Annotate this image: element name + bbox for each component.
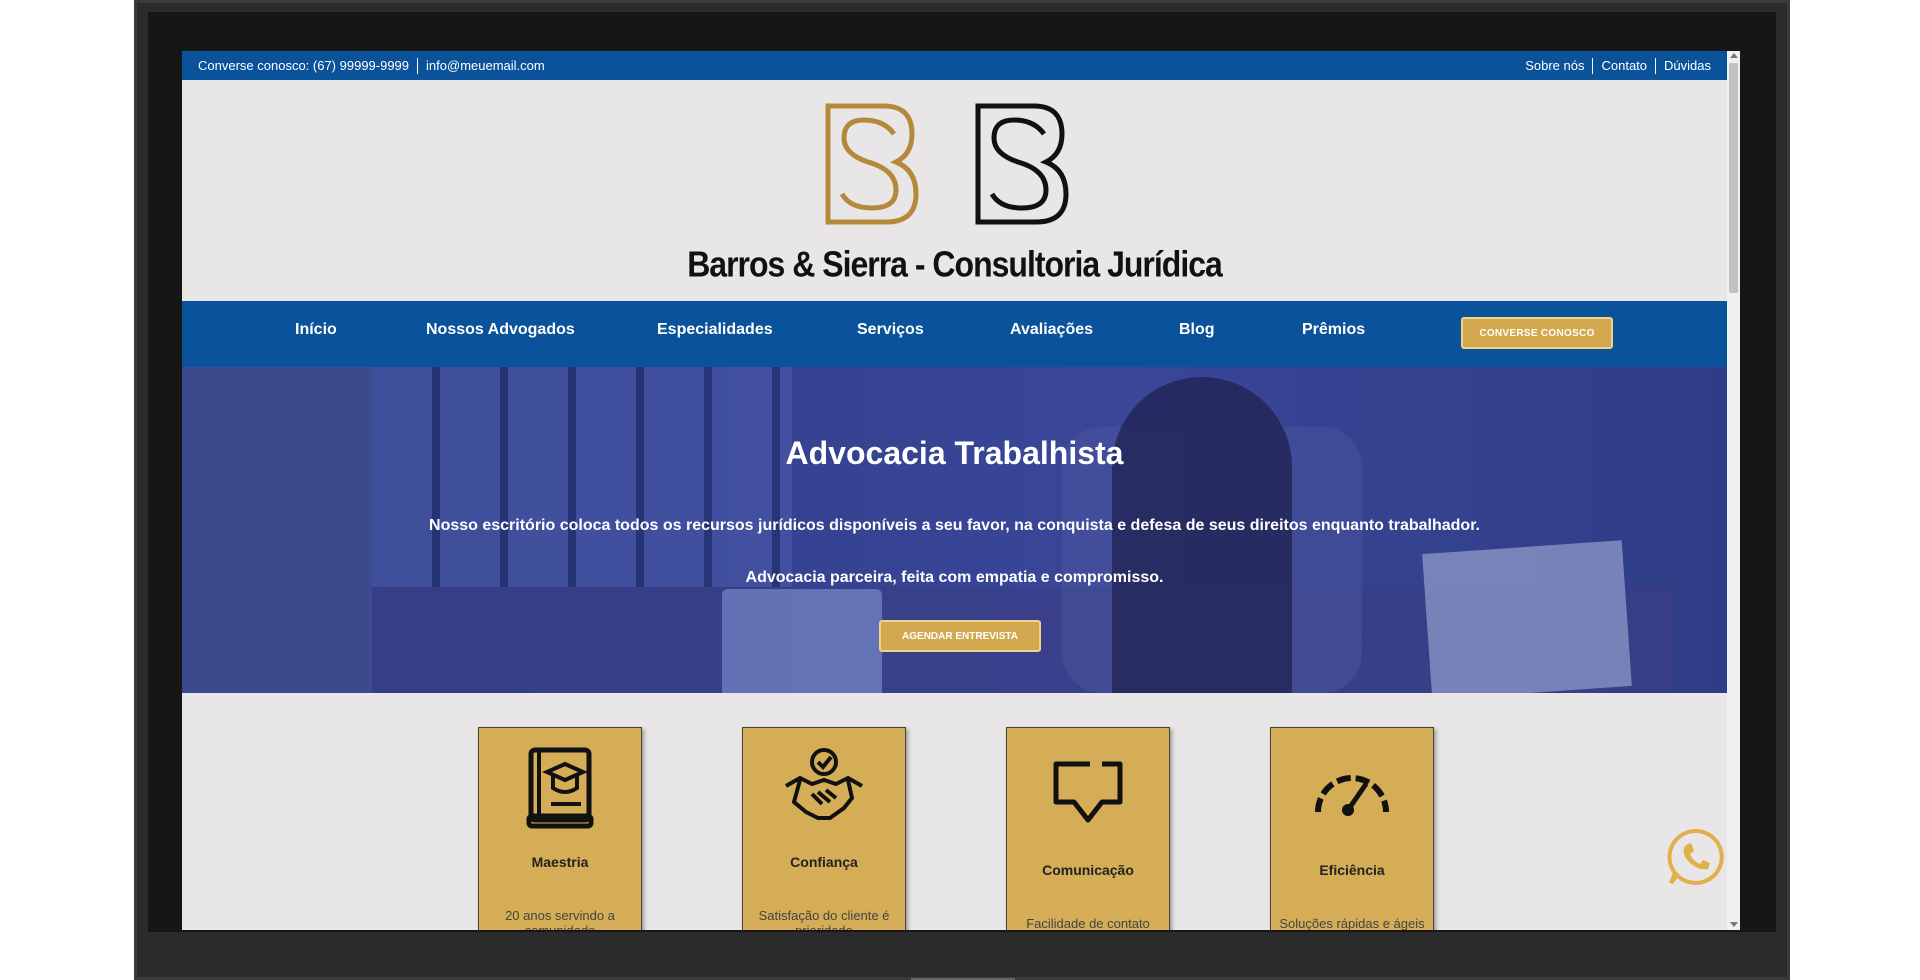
link-sobre-nos[interactable]: Sobre nós <box>1525 58 1584 73</box>
feature-card-maestria[interactable]: Maestria 20 anos servindo a comunidade <box>478 727 642 930</box>
divider <box>417 57 419 74</box>
feature-title: Comunicação <box>1042 862 1134 878</box>
feature-text: Soluções rápidas e ágeis <box>1279 916 1425 930</box>
brand-title: Barros & Sierra - Consultoria Jurídica <box>687 243 1223 285</box>
hero-bg-person <box>1112 377 1292 693</box>
feature-title: Confiança <box>790 854 858 870</box>
browser-viewport: Converse conosco: (67) 99999-9999 info@m… <box>182 51 1740 930</box>
brand-logo[interactable] <box>824 102 1074 232</box>
features-section: Maestria 20 anos servindo a comunidade C… <box>182 693 1727 930</box>
whatsapp-icon <box>1667 828 1724 885</box>
nav-avaliacoes[interactable]: Avaliações <box>1010 321 1093 339</box>
main-navigation: Início Nossos Advogados Especialidades S… <box>182 301 1727 367</box>
logo-gold-b-icon <box>825 103 919 225</box>
divider <box>1592 57 1594 74</box>
feature-card-comunicacao[interactable]: Comunicação Facilidade de contato <box>1006 727 1170 930</box>
hero-description: Nosso escritório coloca todos os recurso… <box>429 517 1480 534</box>
link-duvidas[interactable]: Dúvidas <box>1664 58 1711 73</box>
nav-premios[interactable]: Prêmios <box>1302 321 1365 339</box>
feature-text: 20 anos servindo a comunidade <box>505 908 615 930</box>
speedometer-icon <box>1271 766 1433 816</box>
feature-text: Facilidade de contato <box>1026 916 1150 930</box>
scroll-up-arrow-icon[interactable] <box>1730 53 1738 58</box>
top-contact-bar: Converse conosco: (67) 99999-9999 info@m… <box>182 51 1727 80</box>
feature-card-confianca[interactable]: Confiança Satisfação do cliente é priori… <box>742 727 906 930</box>
divider <box>1655 57 1657 74</box>
hero-bg-window <box>372 367 792 587</box>
vertical-scrollbar[interactable] <box>1727 51 1740 930</box>
nav-nossos-advogados[interactable]: Nossos Advogados <box>426 321 575 339</box>
hero-bg-certificate <box>1422 540 1632 693</box>
converse-conosco-button[interactable]: CONVERSE CONOSCO <box>1461 317 1613 349</box>
speech-bubble-icon <box>1007 758 1169 828</box>
nav-blog[interactable]: Blog <box>1179 321 1215 339</box>
feature-card-eficiencia[interactable]: Eficiência Soluções rápidas e ágeis <box>1270 727 1434 930</box>
book-graduation-icon <box>479 746 641 830</box>
feature-text: Satisfação do cliente é prioridade <box>758 908 890 930</box>
brand-header: Barros & Sierra - Consultoria Jurídica <box>182 80 1727 301</box>
scrollbar-thumb[interactable] <box>1729 63 1738 293</box>
feature-title: Eficiência <box>1319 862 1385 878</box>
hero-tagline: Advocacia parceira, feita com empatia e … <box>745 569 1164 586</box>
contact-email[interactable]: info@meuemail.com <box>426 58 545 73</box>
hero-title: Advocacia Trabalhista <box>785 435 1124 471</box>
hero-banner: Advocacia Trabalhista Nosso escritório c… <box>182 367 1727 693</box>
agendar-entrevista-button[interactable]: AGENDAR ENTREVISTA <box>879 620 1041 652</box>
nav-especialidades[interactable]: Especialidades <box>657 321 773 339</box>
feature-title: Maestria <box>531 854 589 870</box>
website-page: Converse conosco: (67) 99999-9999 info@m… <box>182 51 1727 930</box>
logo-black-b-icon <box>975 103 1069 225</box>
whatsapp-button[interactable] <box>1665 827 1725 887</box>
nav-inicio[interactable]: Início <box>295 321 337 339</box>
nav-servicos[interactable]: Serviços <box>857 321 924 339</box>
scroll-down-arrow-icon[interactable] <box>1730 922 1738 927</box>
link-contato[interactable]: Contato <box>1601 58 1647 73</box>
hero-bg-laptop <box>722 589 882 693</box>
handshake-check-icon <box>743 746 905 830</box>
contact-phone[interactable]: Converse conosco: (67) 99999-9999 <box>198 58 409 73</box>
